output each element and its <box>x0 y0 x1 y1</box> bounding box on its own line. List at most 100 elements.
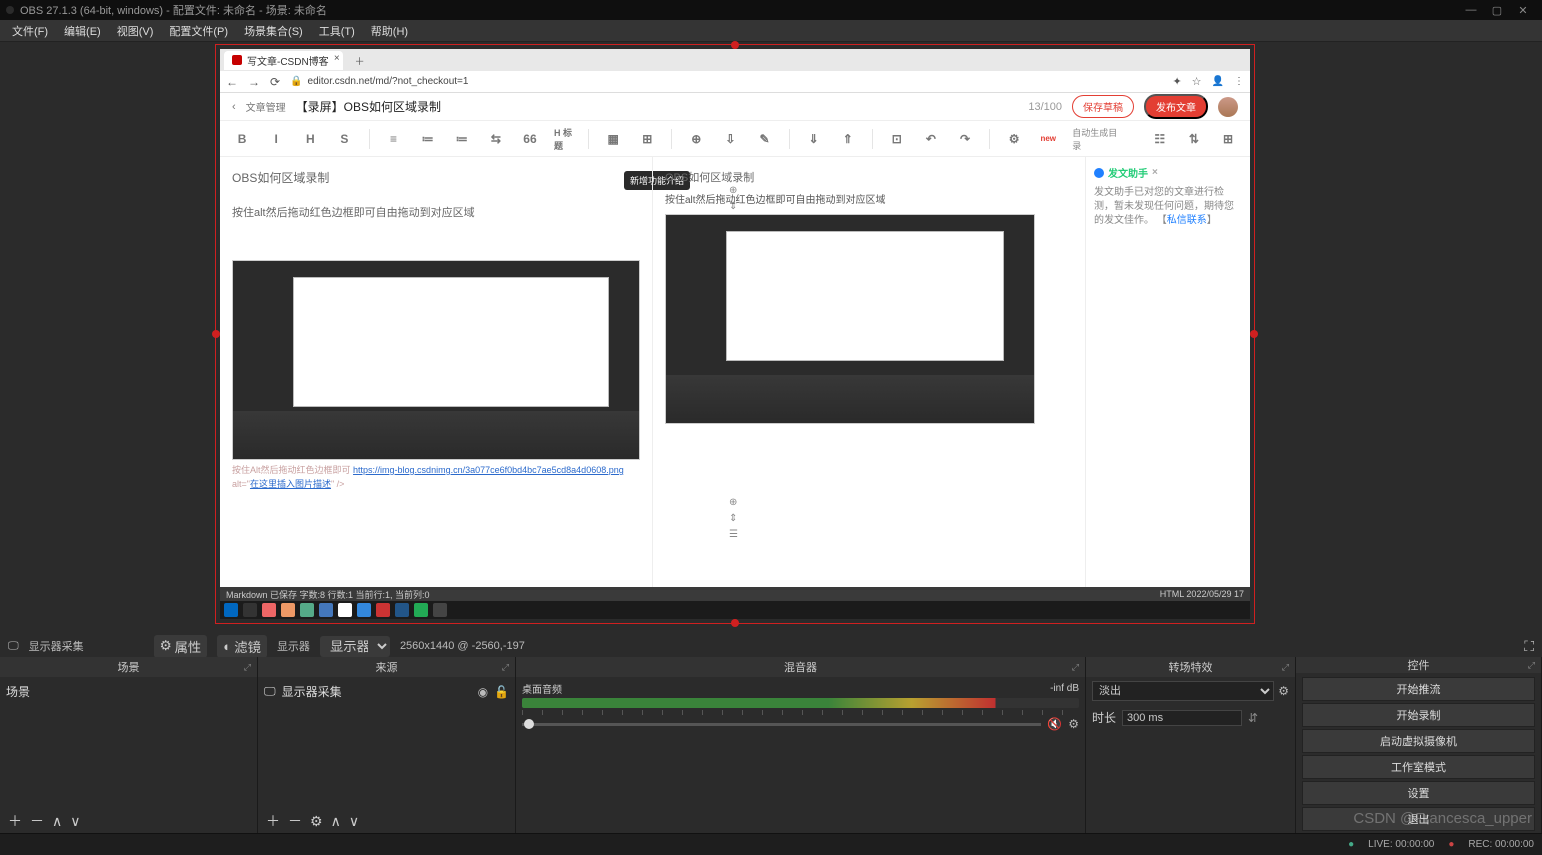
scene-item[interactable]: 场景 <box>6 681 251 702</box>
nav-back-icon[interactable]: ← <box>226 75 238 89</box>
start-record-button[interactable]: 开始录制 <box>1302 703 1535 727</box>
tb-settings[interactable]: ⚙ <box>1004 132 1024 146</box>
tb-toc-label[interactable]: 自动生成目录 <box>1072 126 1121 152</box>
lock-toggle-icon[interactable]: 🔓 <box>494 685 509 699</box>
nav-reload-icon[interactable]: ⟳ <box>270 75 280 89</box>
visibility-toggle-icon[interactable]: ◉ <box>478 685 488 699</box>
crop-handle-top[interactable] <box>731 41 739 49</box>
tb-strike[interactable]: S <box>334 132 354 146</box>
tb-formula[interactable]: ✎ <box>755 132 775 146</box>
popout-icon[interactable]: ⤢ <box>502 662 509 673</box>
tb-indent[interactable]: ⇆ <box>486 132 506 146</box>
start-stream-button[interactable]: 开始推流 <box>1302 677 1535 701</box>
channel-db: -inf dB <box>1050 683 1079 694</box>
fit-button[interactable]: ⛶ <box>1524 638 1534 655</box>
avatar[interactable] <box>1218 97 1238 117</box>
tb-right-1[interactable]: ☷ <box>1150 132 1170 146</box>
minimize-button[interactable]: — <box>1458 4 1484 16</box>
studio-mode-button[interactable]: 工作室模式 <box>1302 755 1535 779</box>
transition-settings-icon[interactable]: ⚙ <box>1278 684 1289 698</box>
task-icon <box>281 603 295 617</box>
source-item[interactable]: 🖵 显示器采集 ◉ 🔓 <box>264 681 509 702</box>
crop-bounding-box[interactable]: 写文章-CSDN博客 × ＋ ← → ⟳ 🔒 editor.csdn.net/m… <box>215 44 1255 624</box>
duration-input[interactable] <box>1122 710 1242 726</box>
transition-select[interactable]: 淡出 <box>1092 681 1274 701</box>
save-draft-button[interactable]: 保存草稿 <box>1072 95 1134 118</box>
crop-handle-right[interactable] <box>1250 330 1258 338</box>
editor-back-icon[interactable]: ‹ <box>232 101 236 113</box>
mute-icon[interactable]: 🔇 <box>1047 717 1062 731</box>
tb-table[interactable]: ▦ <box>603 132 623 146</box>
move-down-button[interactable]: ∨ <box>349 813 359 830</box>
menu-scene-collection[interactable]: 场景集合(S) <box>236 21 311 41</box>
tb-import[interactable]: ⇓ <box>804 132 824 146</box>
browser-tab[interactable]: 写文章-CSDN博客 × <box>224 51 343 70</box>
address-field[interactable]: 🔒 editor.csdn.net/md/?not_checkout=1 <box>290 76 1162 87</box>
start-virtual-cam-button[interactable]: 启动虚拟摄像机 <box>1302 729 1535 753</box>
menu-file[interactable]: 文件(F) <box>4 21 56 41</box>
publish-button[interactable]: 发布文章 <box>1144 94 1208 119</box>
tab-close-icon[interactable]: × <box>334 53 340 64</box>
tb-code[interactable]: ⇩ <box>720 132 740 146</box>
volume-slider[interactable] <box>522 723 1041 726</box>
tb-right-2[interactable]: ⇅ <box>1184 132 1204 146</box>
tb-redo[interactable]: ↷ <box>955 132 975 146</box>
assist-close-icon[interactable]: × <box>1152 167 1158 178</box>
display-select[interactable]: 显示器 <box>320 636 390 657</box>
tb-todo[interactable]: ≔ <box>452 132 472 146</box>
move-up-button[interactable]: ∧ <box>52 813 62 830</box>
crop-handle-left[interactable] <box>212 330 220 338</box>
add-button[interactable]: ＋ <box>8 811 22 831</box>
tb-quote[interactable]: 66 <box>520 132 540 146</box>
tb-head[interactable]: H <box>300 132 320 146</box>
remove-button[interactable]: － <box>30 811 44 831</box>
popout-icon[interactable]: ⤢ <box>244 662 251 673</box>
extensions-icon[interactable]: ✦ <box>1172 75 1181 88</box>
tb-italic[interactable]: I <box>266 132 286 146</box>
close-button[interactable]: ✕ <box>1510 4 1536 17</box>
stepper-icon[interactable]: ⇵ <box>1248 711 1258 725</box>
tb-right-3[interactable]: ⊞ <box>1218 132 1238 146</box>
menu-profile[interactable]: 配置文件(P) <box>161 21 236 41</box>
tb-link[interactable]: ⊕ <box>686 132 706 146</box>
move-up-button[interactable]: ∧ <box>331 813 341 830</box>
tb-ul[interactable]: ≡ <box>383 132 403 146</box>
tb-bold[interactable]: B <box>232 132 252 146</box>
breadcrumb[interactable]: 文章管理 <box>246 99 286 114</box>
filters-button[interactable]: ◐滤镜 <box>217 635 267 658</box>
settings-button[interactable]: 设置 <box>1302 781 1535 805</box>
monitor-icon: 🖵 <box>264 684 276 699</box>
new-tab-button[interactable]: ＋ <box>349 53 371 68</box>
tb-heading[interactable]: H 标题 <box>554 126 574 152</box>
popout-icon[interactable]: ⤢ <box>1282 662 1289 673</box>
crop-handle-bottom[interactable] <box>731 619 739 627</box>
tb-image[interactable]: ⊞ <box>637 132 657 146</box>
menu-view[interactable]: 视图(V) <box>109 21 162 41</box>
properties-button[interactable]: ⚙属性 <box>154 635 208 658</box>
move-down-button[interactable]: ∨ <box>70 813 80 830</box>
tb-export[interactable]: ⇑ <box>838 132 858 146</box>
markdown-pane[interactable]: OBS如何区域录制 按住alt然后拖动红色边框即可自由拖动到对应区域 按住Alt… <box>220 157 653 587</box>
tb-ol[interactable]: ≔ <box>418 132 438 146</box>
tb-save[interactable]: ⊡ <box>887 132 907 146</box>
browser-menu-icon[interactable]: ⋮ <box>1234 76 1244 87</box>
menu-help[interactable]: 帮助(H) <box>363 21 416 41</box>
preview-area[interactable]: 写文章-CSDN博客 × ＋ ← → ⟳ 🔒 editor.csdn.net/m… <box>0 42 1542 635</box>
settings-button[interactable]: ⚙ <box>310 813 323 830</box>
remove-button[interactable]: － <box>288 811 302 831</box>
bookmark-icon[interactable]: ☆ <box>1192 75 1202 88</box>
tb-new-badge[interactable]: new <box>1038 134 1058 143</box>
assist-link[interactable]: 私信联系 <box>1167 215 1207 226</box>
popout-icon[interactable]: ⤢ <box>1072 662 1079 673</box>
tb-undo[interactable]: ↶ <box>921 132 941 146</box>
menu-edit[interactable]: 编辑(E) <box>56 21 109 41</box>
exit-button[interactable]: 退出 <box>1302 807 1535 831</box>
maximize-button[interactable]: ▢ <box>1484 4 1510 17</box>
profile-icon[interactable]: 👤 <box>1212 76 1224 87</box>
nav-forward-icon[interactable]: → <box>248 75 260 89</box>
popout-icon[interactable]: ⤢ <box>1528 660 1535 671</box>
channel-settings-icon[interactable]: ⚙ <box>1068 717 1079 731</box>
menu-tools[interactable]: 工具(T) <box>311 21 363 41</box>
pane-handle-bottom[interactable]: ⊕⇕☰ <box>729 495 738 543</box>
add-button[interactable]: ＋ <box>266 811 280 831</box>
